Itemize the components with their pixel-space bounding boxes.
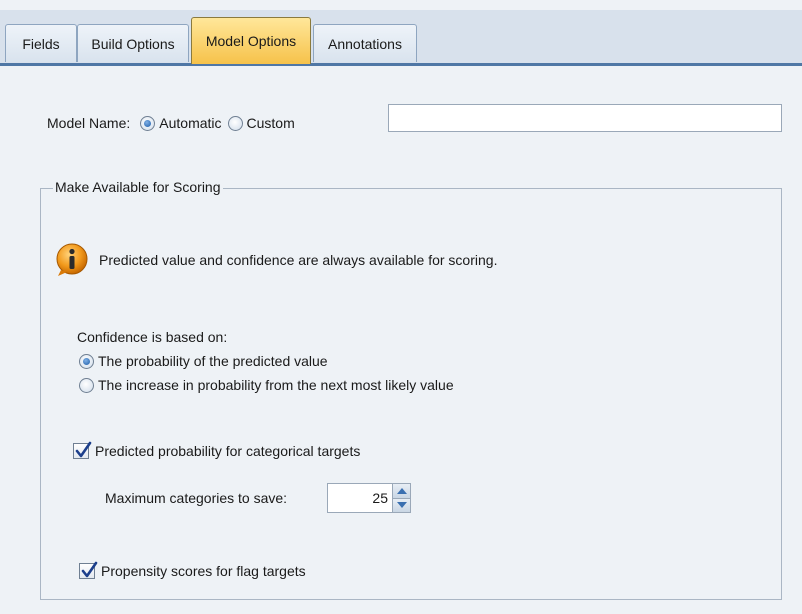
model-options-panel: Model Name: Automatic Custom Make Availa… xyxy=(0,66,802,614)
automatic-radio[interactable] xyxy=(140,115,156,131)
max-categories-label: Maximum categories to save: xyxy=(105,490,288,506)
probability-radio-label[interactable]: The probability of the predicted value xyxy=(98,353,328,369)
custom-radio-label[interactable]: Custom xyxy=(247,115,295,131)
tab-fields-label: Fields xyxy=(22,35,60,52)
info-icon xyxy=(56,243,88,276)
scoring-group: Make Available for Scoring Predicted val… xyxy=(40,179,782,600)
info-row: Predicted value and confidence are alway… xyxy=(55,243,497,277)
tab-annotations[interactable]: Annotations xyxy=(313,24,417,62)
predicted-probability-option[interactable]: Predicted probability for categorical ta… xyxy=(73,441,360,459)
propensity-option[interactable]: Propensity scores for flag targets xyxy=(79,561,306,579)
custom-model-name-input[interactable] xyxy=(388,104,782,132)
propensity-label[interactable]: Propensity scores for flag targets xyxy=(101,563,306,579)
scoring-group-title: Make Available for Scoring xyxy=(53,179,223,195)
automatic-radio-label[interactable]: Automatic xyxy=(159,115,221,131)
checkmark-icon xyxy=(75,441,92,458)
tab-model-options[interactable]: Model Options xyxy=(191,17,311,64)
radio-selected-dot xyxy=(83,357,90,365)
radio-selected-dot xyxy=(144,119,152,127)
spinner-buttons xyxy=(393,483,411,513)
tab-model-options-label: Model Options xyxy=(205,33,297,49)
tab-build-options[interactable]: Build Options xyxy=(77,24,189,62)
model-name-label: Model Name: xyxy=(47,115,131,131)
tab-bar: Fields Build Options Model Options Annot… xyxy=(0,0,802,66)
confidence-option-probability[interactable]: The probability of the predicted value xyxy=(79,353,328,369)
tab-build-options-label: Build Options xyxy=(91,35,175,52)
predicted-probability-checkbox[interactable] xyxy=(73,441,92,459)
checkmark-icon xyxy=(81,561,98,578)
confidence-label: Confidence is based on: xyxy=(77,329,228,345)
confidence-option-increase[interactable]: The increase in probability from the nex… xyxy=(79,377,454,393)
arrow-up-icon xyxy=(396,487,407,494)
info-text: Predicted value and confidence are alway… xyxy=(99,252,498,268)
propensity-checkbox[interactable] xyxy=(79,561,98,579)
spinner-up-button[interactable] xyxy=(393,484,410,498)
spinner-down-button[interactable] xyxy=(393,497,410,512)
tab-fields[interactable]: Fields xyxy=(5,24,77,62)
predicted-probability-label[interactable]: Predicted probability for categorical ta… xyxy=(95,443,360,459)
increase-radio[interactable] xyxy=(79,377,94,393)
max-categories-spinner[interactable]: 25 xyxy=(327,483,411,513)
arrow-down-icon xyxy=(396,502,407,509)
max-categories-value[interactable]: 25 xyxy=(327,483,393,513)
custom-radio[interactable] xyxy=(227,115,243,131)
probability-radio[interactable] xyxy=(79,353,94,369)
tab-annotations-label: Annotations xyxy=(328,35,402,52)
model-name-row: Model Name: Automatic Custom xyxy=(47,112,295,134)
increase-radio-label[interactable]: The increase in probability from the nex… xyxy=(98,377,454,393)
